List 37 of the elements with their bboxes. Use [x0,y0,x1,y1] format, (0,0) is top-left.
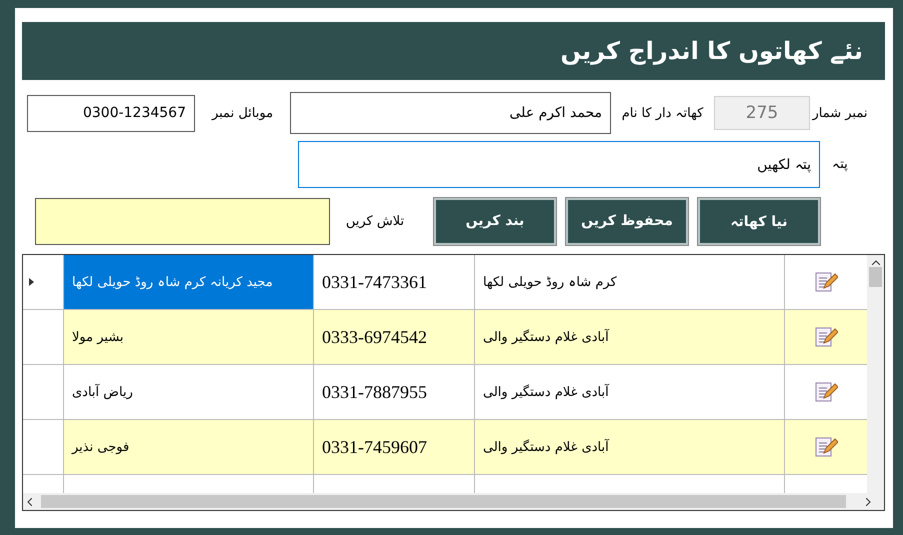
note-pencil-icon[interactable] [814,270,838,294]
action-button[interactable]: محفوظ کریں [566,198,688,244]
form-title: نئے کھاتوں کا اندراج کریں [560,37,863,65]
note-pencil-icon[interactable] [814,435,838,459]
note-pencil-icon[interactable] [814,380,838,404]
vertical-scrollbar[interactable] [867,255,884,493]
name-cell: مجید کریانہ کرم شاہ روڈ حویلی لکھا [64,255,314,309]
search-field[interactable] [35,198,330,244]
row-header-cell[interactable] [23,310,64,364]
address-cell: آبادی غلام دستگیر والی [475,310,785,364]
serial-label: نمبر شمار [811,106,868,120]
name-cell: ریاض آبادی [64,365,314,419]
scroll-thumb[interactable] [869,267,882,287]
scroll-up-icon[interactable] [872,260,880,265]
name-cell: فوجی نذیر [64,420,314,474]
note-pencil-icon[interactable] [814,325,838,349]
phone-cell: 0331-7459607 [314,420,475,474]
address-cell: کرم شاہ روڈ حویلی لکھا [475,255,785,309]
phone-cell: 0331-7473361 [314,255,475,309]
search-label: تلاش کریں [344,214,406,228]
scroll-left-icon[interactable] [27,498,32,506]
holder-name-field[interactable]: محمد اکرم علی [290,92,611,134]
holder-name-label: کھاتہ دار کا نام [620,105,704,121]
phone-cell: 0333-6974542 [314,310,475,364]
action-button[interactable]: بند کریں [434,198,556,244]
phone-cell: 0331-7887955 [314,365,475,419]
scroll-right-icon[interactable] [866,498,871,506]
row-header-cell[interactable] [23,420,64,474]
address-cell: آبادی غلام دستگیر والی [475,420,785,474]
address-cell: آبادی غلام دستگیر والی [475,365,785,419]
scroll-thumb[interactable] [41,495,846,508]
address-label: پتہ [831,156,849,172]
address-field[interactable]: پتہ لکھیں [298,140,820,188]
action-button[interactable]: نیا کھاتہ [698,198,820,244]
name-cell: بشیر مولا [64,310,314,364]
mobile-label: موبائل نمبر [210,106,274,120]
mobile-field[interactable]: 0300-1234567 [27,94,195,132]
